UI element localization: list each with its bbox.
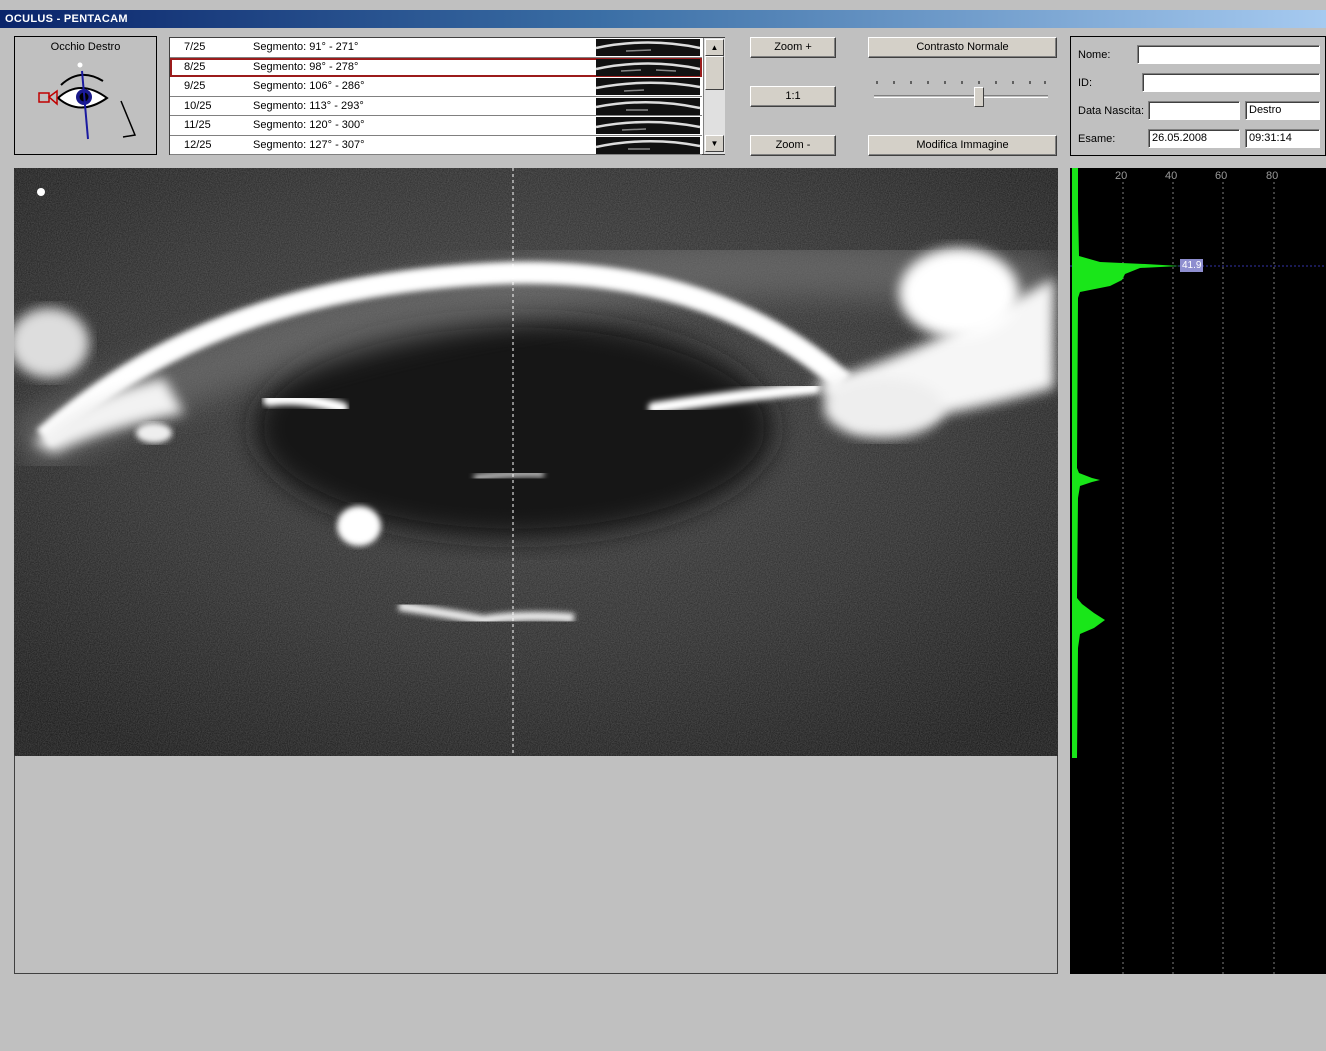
- exam-label: Esame:: [1078, 133, 1116, 145]
- window-title: OCULUS - PENTACAM: [0, 10, 1326, 28]
- zoom-out-label: Zoom -: [775, 139, 811, 151]
- scheimpflug-image-view[interactable]: [14, 168, 1058, 756]
- histogram-tick: 60: [1215, 170, 1228, 182]
- eye-side-field[interactable]: Destro: [1245, 101, 1320, 120]
- scroll-up-icon[interactable]: ▲: [705, 39, 724, 56]
- scroll-thumb[interactable]: [705, 56, 724, 90]
- scheimpflug-image: [14, 168, 1058, 756]
- slider-track[interactable]: [874, 95, 1048, 98]
- segment-index: 8/25: [184, 60, 206, 73]
- slider-knob[interactable]: [974, 87, 984, 107]
- segment-thumbnail: [596, 78, 700, 95]
- zoom-reset-button[interactable]: 1:1: [750, 86, 836, 107]
- name-field[interactable]: [1137, 45, 1320, 64]
- segment-list[interactable]: 7/25 Segmento: 91° - 271° 8/25 Segmento:…: [169, 37, 725, 155]
- name-label: Nome:: [1078, 49, 1111, 61]
- segment-index: 11/25: [184, 119, 211, 131]
- exam-time-field[interactable]: 09:31:14: [1245, 129, 1320, 148]
- segment-thumbnail: [596, 97, 700, 115]
- lower-display-area: [14, 756, 1058, 974]
- id-field[interactable]: [1142, 73, 1320, 92]
- segment-row[interactable]: 11/25 Segmento: 120° - 300°: [170, 116, 702, 136]
- zoom-in-button[interactable]: Zoom +: [750, 37, 836, 58]
- eye-side-label: Occhio Destro: [50, 41, 121, 53]
- segment-thumbnail: [596, 58, 700, 76]
- zoom-out-button[interactable]: Zoom -: [750, 135, 836, 156]
- densitometry-histogram: 20 40 60 80 41.9: [1070, 168, 1326, 974]
- edit-image-label: Modifica Immagine: [916, 139, 1009, 151]
- segment-row[interactable]: 10/25 Segmento: 113° - 293°: [170, 96, 702, 116]
- segment-label: Segmento: 98° - 278°: [253, 60, 359, 73]
- zoom-reset-label: 1:1: [785, 90, 801, 102]
- zoom-in-label: Zoom +: [774, 41, 812, 53]
- patient-info-panel: Nome: ID: Data Nascita: Destro Esame: 26…: [1070, 36, 1326, 156]
- dob-label: Data Nascita:: [1078, 105, 1145, 117]
- segment-index: 7/25: [184, 41, 206, 53]
- edit-image-button[interactable]: Modifica Immagine: [868, 135, 1057, 156]
- segment-row[interactable]: 8/25 Segmento: 98° - 278°: [170, 57, 702, 77]
- segment-thumbnail: [596, 136, 700, 154]
- segment-label: Segmento: 91° - 271°: [253, 41, 359, 53]
- segment-thumbnail: [596, 117, 700, 134]
- normal-contrast-button[interactable]: Contrasto Normale: [868, 37, 1057, 58]
- normal-contrast-label: Contrasto Normale: [916, 41, 1009, 53]
- dob-field[interactable]: [1148, 101, 1240, 120]
- segment-index: 12/25: [184, 138, 212, 151]
- segment-label: Segmento: 127° - 307°: [253, 138, 365, 151]
- segment-index: 9/25: [184, 80, 206, 92]
- eye-camera-diagram-icon: [38, 62, 137, 140]
- segment-scrollbar[interactable]: ▲ ▼: [703, 38, 725, 154]
- scroll-down-icon[interactable]: ▼: [705, 135, 724, 152]
- histogram-plot: [1070, 168, 1326, 974]
- segment-thumbnail: [596, 39, 700, 56]
- exam-date-field[interactable]: 26.05.2008: [1148, 129, 1240, 148]
- segment-row[interactable]: 7/25 Segmento: 91° - 271°: [170, 38, 702, 58]
- contrast-slider[interactable]: [872, 76, 1050, 108]
- histogram-tick: 80: [1266, 170, 1279, 182]
- pentacam-window: OCULUS - PENTACAM Occhio Destro 7/25 Seg…: [0, 0, 1326, 1051]
- eye-orientation-panel: Occhio Destro: [14, 36, 157, 155]
- histogram-tick: 40: [1165, 170, 1178, 182]
- histogram-tick: 20: [1115, 170, 1128, 182]
- segment-label: Segmento: 106° - 286°: [253, 80, 365, 92]
- segment-row[interactable]: 9/25 Segmento: 106° - 286°: [170, 77, 702, 97]
- slider-ticks: [876, 81, 1046, 84]
- segment-row[interactable]: 12/25 Segmento: 127° - 307°: [170, 135, 702, 155]
- id-label: ID:: [1078, 77, 1093, 89]
- segment-index: 10/25: [184, 99, 212, 112]
- segment-label: Segmento: 120° - 300°: [253, 119, 365, 131]
- segment-label: Segmento: 113° - 293°: [253, 99, 364, 112]
- histogram-peak-value: 41.9: [1180, 259, 1204, 272]
